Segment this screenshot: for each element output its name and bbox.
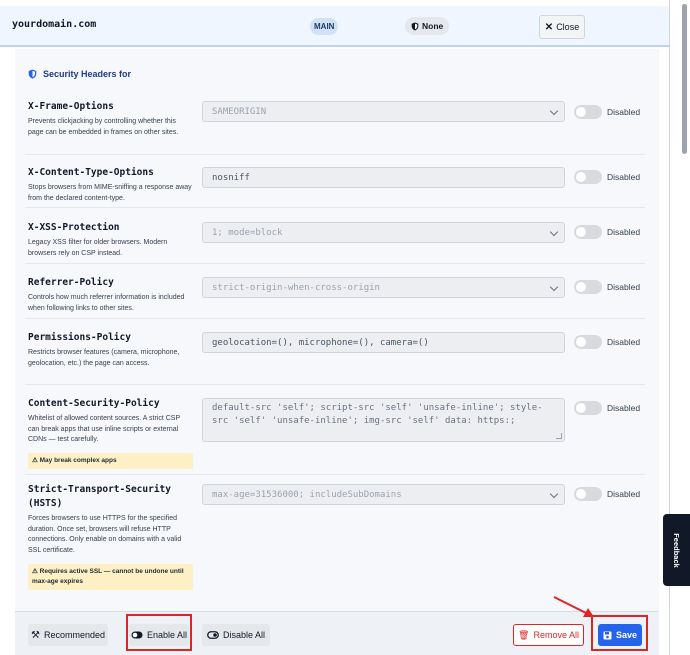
close-button[interactable]: ✕ Close (539, 15, 585, 39)
preset-badge: None (405, 17, 450, 35)
referrer-policy-toggle[interactable] (574, 280, 602, 294)
strict-transport-security-select[interactable]: max-age=31536000; includeSubDomains (202, 484, 565, 505)
header-row-x-xss-protection: X-XSS-Protection Legacy XSS filter for o… (25, 221, 645, 264)
scrollbar-thumb[interactable] (682, 4, 687, 154)
header-description: Restricts browser features (camera, micr… (28, 349, 180, 367)
warning-icon: ⚠ (32, 457, 38, 464)
content-security-policy-toggle[interactable] (574, 401, 602, 415)
warning-badge: ⚠ Requires active SSL — cannot be undone… (28, 564, 193, 590)
branch-badge: MAIN (310, 18, 339, 35)
permissions-policy-toggle[interactable] (574, 335, 602, 349)
header-status: Disabled (607, 227, 641, 237)
permissions-policy-input[interactable]: geolocation=(), microphone=(), camera=() (202, 332, 565, 353)
strict-transport-security-toggle[interactable] (574, 487, 602, 501)
content-security-policy-value: default-src 'self'; script-src 'self' 'u… (212, 403, 543, 426)
feedback-tab[interactable]: Feedback (663, 514, 690, 586)
header-row-strict-transport-security: Strict-Transport-Security (HSTS) Forces … (25, 483, 645, 591)
security-headers-panel: Security Headers for X-Frame-Options Pre… (15, 49, 659, 611)
x-content-type-options-toggle[interactable] (574, 170, 602, 184)
referrer-policy-select[interactable]: strict-origin-when-cross-origin (202, 277, 565, 298)
domain-name: yourdomain.com (12, 19, 97, 30)
preset-badge-label: None (422, 21, 444, 31)
warning-text: May break complex apps (39, 457, 117, 464)
x-frame-options-select[interactable]: SAMEORIGIN (202, 101, 565, 122)
header-name: X-XSS-Protection (28, 222, 120, 233)
feedback-label: Feedback (672, 532, 682, 568)
header-status: Disabled (607, 282, 641, 292)
trash-icon: 🗑 (518, 629, 530, 640)
close-button-label: Close (556, 22, 580, 32)
header-status: Disabled (607, 403, 641, 413)
header-status: Disabled (607, 337, 641, 347)
x-content-type-options-input[interactable]: nosniff (202, 167, 565, 188)
header-status: Disabled (607, 107, 641, 117)
magic-wand-icon: ⚒ (31, 629, 40, 641)
header-description: Legacy XSS filter for older browsers. Mo… (28, 239, 168, 257)
x-xss-protection-select[interactable]: 1; mode=block (202, 222, 565, 243)
recommended-button[interactable]: ⚒ Recommended (28, 624, 108, 646)
header-status: Disabled (607, 172, 641, 182)
header-row-content-security-policy: Content-Security-Policy Whitelist of all… (25, 397, 645, 475)
header-description: Controls how much referrer information i… (28, 294, 185, 312)
header-name: Referrer-Policy (28, 277, 114, 288)
x-xss-protection-toggle[interactable] (574, 225, 602, 239)
warning-badge: ⚠ May break complex apps (28, 453, 193, 469)
enable-all-highlight (126, 614, 192, 651)
header-name: Permissions-Policy (28, 332, 131, 343)
header-description: Forces browsers to use HTTPS for the spe… (28, 515, 182, 554)
close-icon: ✕ (544, 21, 554, 33)
warning-icon: ⚠ (32, 568, 38, 575)
header-name: X-Content-Type-Options (28, 167, 154, 178)
header-row-permissions-policy: Permissions-Policy Restricts browser fea… (25, 331, 645, 385)
remove-all-button[interactable]: 🗑 Remove All (513, 624, 584, 646)
header-description: Whitelist of allowed content sources. A … (28, 415, 180, 443)
header-name-line: (HSTS) (28, 498, 63, 509)
warning-text: Requires active SSL — cannot be undone u… (32, 568, 184, 585)
section-title-text: Security Headers for (43, 69, 132, 79)
scrollbar[interactable] (680, 0, 690, 160)
header-description: Stops browsers from MIME-sniffing a resp… (28, 184, 192, 202)
section-title: Security Headers for (28, 69, 131, 79)
disable-all-button[interactable]: Disable All (202, 624, 270, 646)
shield-icon (28, 69, 37, 79)
header-name: Content-Security-Policy (28, 398, 160, 409)
header-status: Disabled (607, 489, 641, 499)
disable-all-button-label: Disable All (222, 630, 266, 640)
header-row-referrer-policy: Referrer-Policy Controls how much referr… (25, 276, 645, 319)
header-name: Strict-Transport-Security (HSTS) (28, 483, 171, 511)
shield-icon (411, 22, 419, 30)
header-name-line: Strict-Transport-Security (28, 484, 171, 495)
content-security-policy-textarea[interactable]: default-src 'self'; script-src 'self' 'u… (202, 398, 565, 442)
domain-header: yourdomain.com MAIN None ✕ Close (0, 0, 669, 47)
resize-handle-icon[interactable] (556, 433, 562, 439)
header-name: X-Frame-Options (28, 101, 114, 112)
header-description: Prevents clickjacking by controlling whe… (28, 118, 179, 136)
recommended-button-label: Recommended (43, 630, 105, 640)
header-row-x-frame-options: X-Frame-Options Prevents clickjacking by… (25, 100, 645, 155)
toggle-off-icon (207, 631, 219, 639)
arrow-annotation-icon (553, 596, 594, 617)
x-frame-options-toggle[interactable] (574, 105, 602, 119)
header-row-x-content-type-options: X-Content-Type-Options Stops browsers fr… (25, 166, 645, 208)
remove-all-button-label: Remove All (533, 630, 579, 640)
